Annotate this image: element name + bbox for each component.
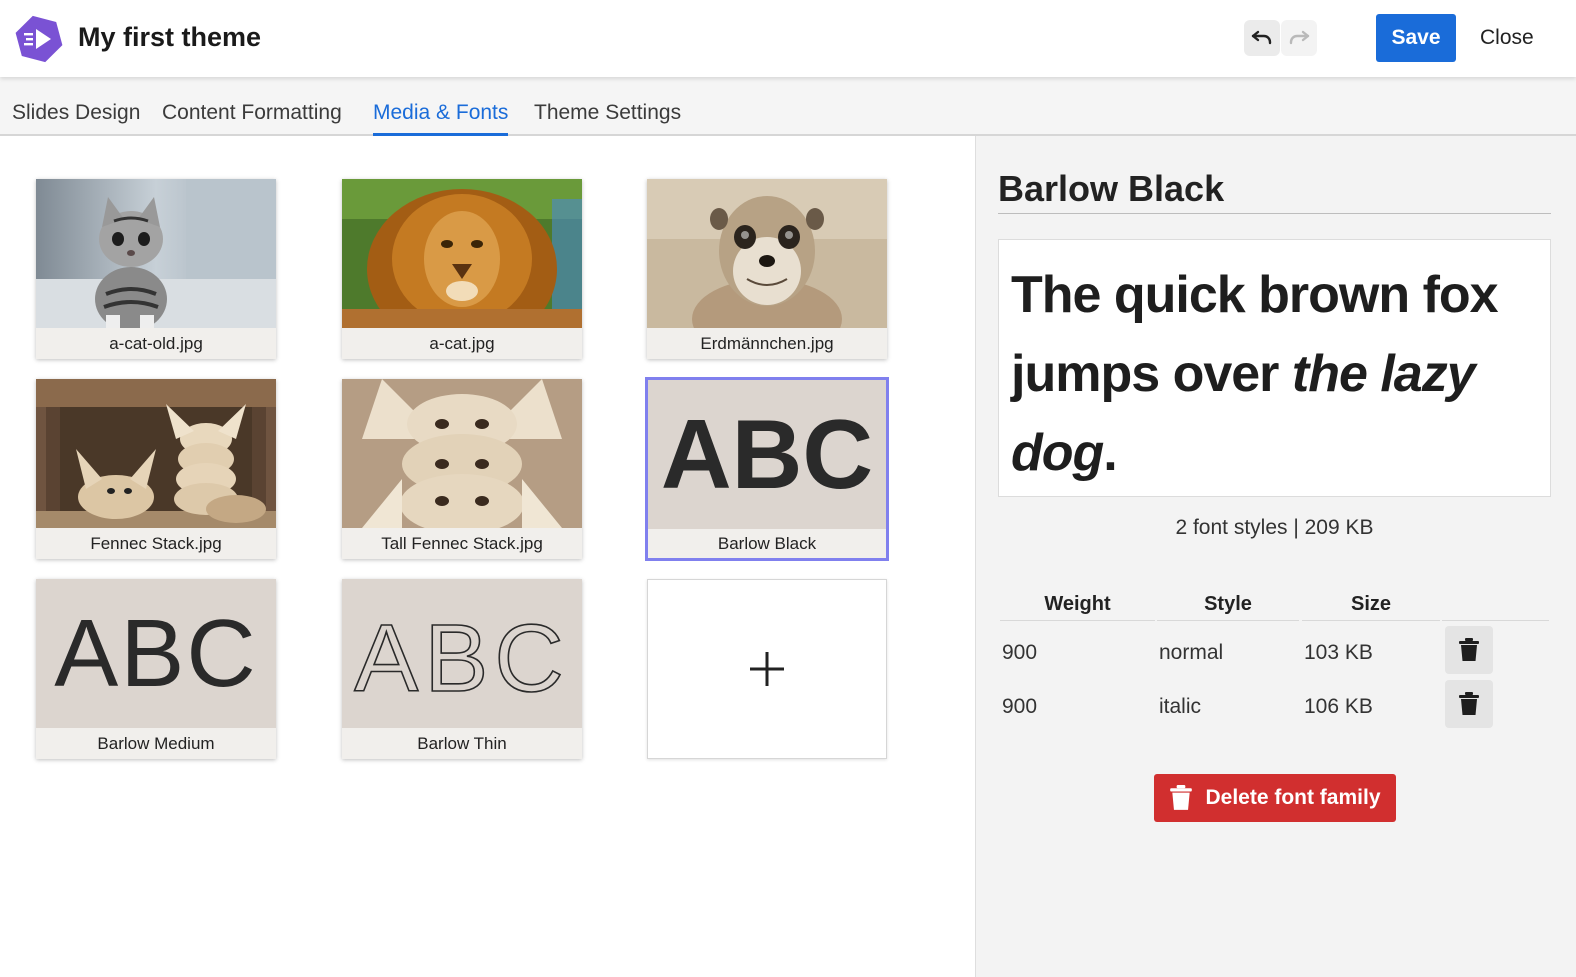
trash-icon — [1459, 638, 1479, 661]
tab-slides-design[interactable]: Slides Design — [12, 101, 140, 133]
divider — [1157, 620, 1299, 621]
font-detail-panel: Barlow Black The quick brown fox jumps o… — [975, 136, 1576, 977]
delete-style-button[interactable] — [1445, 680, 1493, 728]
media-tile[interactable]: ABC Barlow Thin — [342, 579, 582, 759]
font-preview: The quick brown fox jumps over the lazy … — [998, 239, 1551, 497]
divider — [1302, 620, 1440, 621]
media-tile[interactable]: Fennec Stack.jpg — [36, 379, 276, 559]
fennec-stack-thumbnail — [36, 379, 276, 528]
font-sample: ABC — [648, 380, 886, 529]
divider — [1000, 620, 1155, 621]
tall-fennec-stack-thumbnail — [342, 379, 582, 528]
style-style: italic — [1159, 695, 1202, 718]
redo-button[interactable] — [1281, 20, 1317, 56]
trash-icon — [1170, 785, 1193, 810]
undo-button[interactable] — [1244, 20, 1280, 56]
preview-end-text: . — [1103, 424, 1117, 482]
style-weight: 900 — [1002, 641, 1038, 664]
font-sample: ABC — [342, 579, 582, 728]
close-button[interactable]: Close — [1480, 26, 1534, 50]
font-name: Barlow Thin — [342, 728, 582, 759]
font-family-title: Barlow Black — [998, 168, 1225, 209]
font-meta: 2 font styles | 209 KB — [1175, 516, 1374, 539]
meerkat-thumbnail — [647, 179, 887, 328]
column-header-weight: Weight — [1044, 593, 1111, 615]
style-style: normal — [1159, 641, 1224, 664]
media-filename: Fennec Stack.jpg — [36, 528, 276, 559]
font-sample-text: ABC — [648, 380, 886, 529]
play-logo-icon — [14, 14, 64, 64]
tab-content-formatting[interactable]: Content Formatting — [162, 101, 342, 133]
font-sample-text: ABC — [36, 579, 276, 728]
undo-icon — [1251, 30, 1272, 45]
media-grid: a-cat-old.jpg a-cat.jpg Erdmännchen.jpg … — [0, 136, 975, 977]
column-header-size: Size — [1350, 593, 1392, 615]
page-title: My first theme — [78, 22, 262, 52]
media-tile[interactable]: a-cat.jpg — [342, 179, 582, 359]
tab-bar: Slides Design Content Formatting Media &… — [0, 77, 1576, 136]
divider — [998, 213, 1551, 214]
delete-style-button[interactable] — [1445, 626, 1493, 674]
style-size: 106 KB — [1304, 695, 1373, 718]
tab-theme-settings[interactable]: Theme Settings — [534, 101, 681, 133]
redo-icon — [1289, 30, 1310, 45]
style-weight: 900 — [1002, 695, 1038, 718]
media-tile[interactable]: Erdmännchen.jpg — [647, 179, 887, 359]
lion-thumbnail — [342, 179, 582, 328]
media-tile[interactable]: Tall Fennec Stack.jpg — [342, 379, 582, 559]
font-sample: ABC — [36, 579, 276, 728]
delete-font-family-button[interactable]: Delete font family — [1154, 774, 1396, 822]
app-header: My first theme Save Close — [0, 0, 1576, 77]
media-filename: Erdmännchen.jpg — [647, 328, 887, 359]
media-tile[interactable]: a-cat-old.jpg — [36, 179, 276, 359]
plus-icon — [750, 652, 784, 686]
font-tile-selected[interactable]: ABC Barlow Black — [645, 377, 889, 561]
media-filename: a-cat-old.jpg — [36, 328, 276, 359]
delete-font-family-label: Delete font family — [1205, 786, 1381, 809]
media-tile[interactable]: ABC Barlow Medium — [36, 579, 276, 759]
add-media-button[interactable] — [647, 579, 887, 759]
divider — [1442, 620, 1549, 621]
font-sample-text: ABC — [354, 605, 569, 712]
style-size: 103 KB — [1304, 641, 1373, 664]
save-button[interactable]: Save — [1376, 14, 1456, 62]
media-filename: Tall Fennec Stack.jpg — [342, 528, 582, 559]
font-name: Barlow Black — [648, 529, 886, 558]
kitten-thumbnail — [36, 179, 276, 328]
tab-media-fonts[interactable]: Media & Fonts — [373, 101, 509, 136]
media-filename: a-cat.jpg — [342, 328, 582, 359]
trash-icon — [1459, 692, 1479, 715]
font-name: Barlow Medium — [36, 728, 276, 759]
column-header-style: Style — [1204, 593, 1252, 615]
